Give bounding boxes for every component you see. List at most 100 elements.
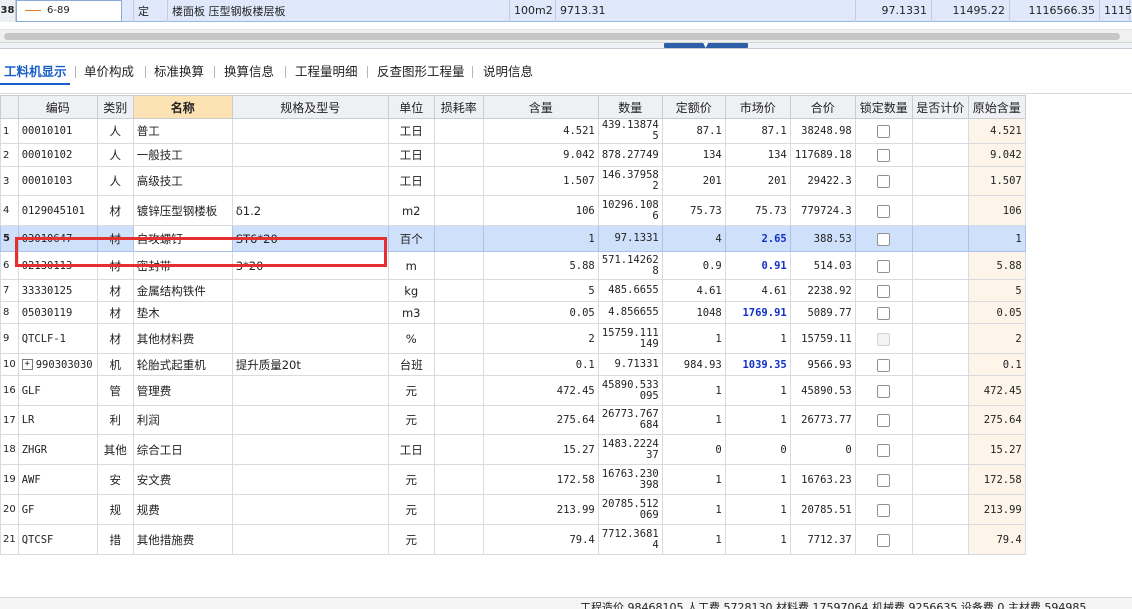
- cell-lock-quantity[interactable]: [854, 434, 913, 465]
- table-row[interactable]: 1 00010101 人 普工 工日 4.521 439.138745 87.1 87.1 382…: [0, 118, 1026, 144]
- cell-loss-rate[interactable]: [433, 323, 484, 354]
- cell-lock-quantity[interactable]: [854, 118, 913, 144]
- cell-original-content[interactable]: 2: [967, 323, 1026, 354]
- cell-spec[interactable]: [231, 118, 389, 144]
- cell-base-price[interactable]: 1: [661, 405, 726, 435]
- cell-content[interactable]: 0.1: [482, 353, 599, 376]
- cell-category[interactable]: 其他: [96, 434, 134, 465]
- cell-spec[interactable]: [231, 375, 389, 406]
- lock-checkbox[interactable]: [877, 306, 891, 320]
- cell-content[interactable]: 1: [482, 225, 599, 252]
- table-row[interactable]: 7 33330125 材金属结构铁件 kg 5 485.6655 4.61 4.61 2238.…: [0, 279, 1026, 302]
- lock-checkbox[interactable]: [877, 284, 891, 298]
- cell-loss-rate[interactable]: [433, 494, 484, 525]
- table-row[interactable]: 5 03010647 材自攻螺钉 ··· ST6*20 百个 1 97.1331 4 2.65 38…: [0, 225, 1026, 252]
- table-row[interactable]: 18 ZHGR 其他 综合工日 工日 15.27 1483.222437 0 0 0 15.27: [0, 434, 1026, 465]
- row-number[interactable]: 3: [0, 166, 19, 196]
- cell-market-price[interactable]: 0: [724, 434, 791, 465]
- cell-category[interactable]: 材: [96, 251, 134, 280]
- cell-content[interactable]: 472.45: [482, 375, 599, 406]
- cell-is-priced[interactable]: [911, 279, 969, 302]
- cell-spec[interactable]: δ1.2: [231, 195, 389, 226]
- cell-market-price[interactable]: 1: [724, 464, 791, 495]
- table-row[interactable]: 3 00010103 人 高级技工 工日 1.507 146.379582 201 201 294…: [0, 166, 1026, 196]
- cell-unit[interactable]: 元: [387, 375, 435, 406]
- cell-spec[interactable]: 3*20: [231, 251, 389, 280]
- table-row[interactable]: 9 QTCLF-1 材其他材料费% 2 15759.111149 1 1 15759.11 2: [0, 323, 1026, 354]
- cell-market-price[interactable]: 75.73: [724, 195, 791, 226]
- lock-checkbox[interactable]: [877, 384, 891, 398]
- cell-base-price[interactable]: 4: [661, 225, 726, 252]
- cell-original-content[interactable]: 275.64: [967, 405, 1026, 435]
- header-loss-rate[interactable]: 损耗率: [433, 95, 484, 119]
- cell-base-price[interactable]: 201: [661, 166, 726, 196]
- cell-base-price[interactable]: 1: [661, 323, 726, 354]
- cell-loss-rate[interactable]: [433, 375, 484, 406]
- cell-original-content[interactable]: 472.45: [967, 375, 1026, 406]
- tab-conversion-info[interactable]: 换算信息: [224, 62, 274, 82]
- cell-code[interactable]: 02130113: [17, 251, 98, 280]
- expand-plus-icon[interactable]: +: [21, 359, 33, 370]
- cell-loss-rate[interactable]: [433, 143, 484, 167]
- row-number[interactable]: 21: [0, 524, 19, 555]
- cell-original-content[interactable]: 213.99: [967, 494, 1026, 525]
- cell-is-priced[interactable]: [911, 353, 969, 376]
- cell-content[interactable]: 172.58: [482, 464, 599, 495]
- cell-code[interactable]: 0129045101: [17, 195, 98, 226]
- cell-original-content[interactable]: 79.4: [967, 524, 1026, 555]
- cell-content[interactable]: 5.88: [482, 251, 599, 280]
- row-number[interactable]: 10: [0, 353, 19, 376]
- lock-checkbox[interactable]: [877, 125, 891, 138]
- cell-lock-quantity[interactable]: [854, 166, 913, 196]
- cell-code[interactable]: 33330125: [17, 279, 98, 302]
- cell-name[interactable]: 一般技工: [132, 143, 233, 167]
- cell-quantity[interactable]: 571.142628: [597, 251, 663, 280]
- cell-market-price[interactable]: 1: [724, 375, 791, 406]
- cell-name[interactable]: 利润: [132, 405, 233, 435]
- cell-code[interactable]: 03010647: [17, 225, 98, 252]
- cell-market-price[interactable]: 1039.35: [724, 353, 791, 376]
- cell-original-content[interactable]: 4.521: [967, 118, 1026, 144]
- cell-content[interactable]: 2: [482, 323, 599, 354]
- cell-lock-quantity[interactable]: [854, 405, 913, 435]
- cell-quantity[interactable]: 45890.533095: [597, 375, 663, 406]
- tab-graphic-quantity[interactable]: 反查图形工程量: [377, 62, 465, 82]
- cell-quantity[interactable]: 20785.512069: [597, 494, 663, 525]
- cell-name[interactable]: 自攻螺钉 ···: [132, 225, 233, 252]
- cell-loss-rate[interactable]: [433, 118, 484, 144]
- cell-unit[interactable]: %: [387, 323, 435, 354]
- row-number[interactable]: 7: [0, 279, 19, 302]
- cell-category[interactable]: 材: [96, 323, 134, 354]
- cell-is-priced[interactable]: [911, 118, 969, 144]
- row-number[interactable]: 6: [0, 251, 19, 280]
- tab-description[interactable]: 说明信息: [483, 62, 533, 82]
- cell-is-priced[interactable]: [911, 143, 969, 167]
- cell-unit[interactable]: m: [387, 251, 435, 280]
- cell-content[interactable]: 106: [482, 195, 599, 226]
- table-row[interactable]: 2 00010102 人 一般技工 工日 9.042 878.27749 134 134 1176…: [0, 143, 1026, 167]
- cell-base-price[interactable]: 0: [661, 434, 726, 465]
- cell-spec[interactable]: [231, 464, 389, 495]
- cell-quantity[interactable]: 15759.111149: [597, 323, 663, 354]
- cell-content[interactable]: 213.99: [482, 494, 599, 525]
- cell-quantity[interactable]: 1483.222437: [597, 434, 663, 465]
- cell-unit[interactable]: 元: [387, 405, 435, 435]
- cell-total[interactable]: 514.03: [789, 251, 856, 280]
- cell-market-price[interactable]: 1: [724, 524, 791, 555]
- cell-total[interactable]: 29422.3: [789, 166, 856, 196]
- cell-name[interactable]: 管理费: [132, 375, 233, 406]
- cell-total[interactable]: 45890.53: [789, 375, 856, 406]
- cell-unit[interactable]: kg: [387, 279, 435, 302]
- cell-category[interactable]: 管: [96, 375, 134, 406]
- header-total[interactable]: 合价: [789, 95, 856, 119]
- cell-code[interactable]: 00010102: [17, 143, 98, 167]
- cell-quantity[interactable]: 97.1331: [597, 225, 663, 252]
- cell-base-price[interactable]: 1: [661, 524, 726, 555]
- cell-is-priced[interactable]: [911, 375, 969, 406]
- cell-name[interactable]: 其他措施费: [132, 524, 233, 555]
- cell-spec[interactable]: [231, 279, 389, 302]
- cell-category[interactable]: 利: [96, 405, 134, 435]
- cell-market-price[interactable]: 1: [724, 323, 791, 354]
- header-category[interactable]: 类别: [96, 95, 134, 119]
- cell-category[interactable]: 材: [96, 195, 134, 226]
